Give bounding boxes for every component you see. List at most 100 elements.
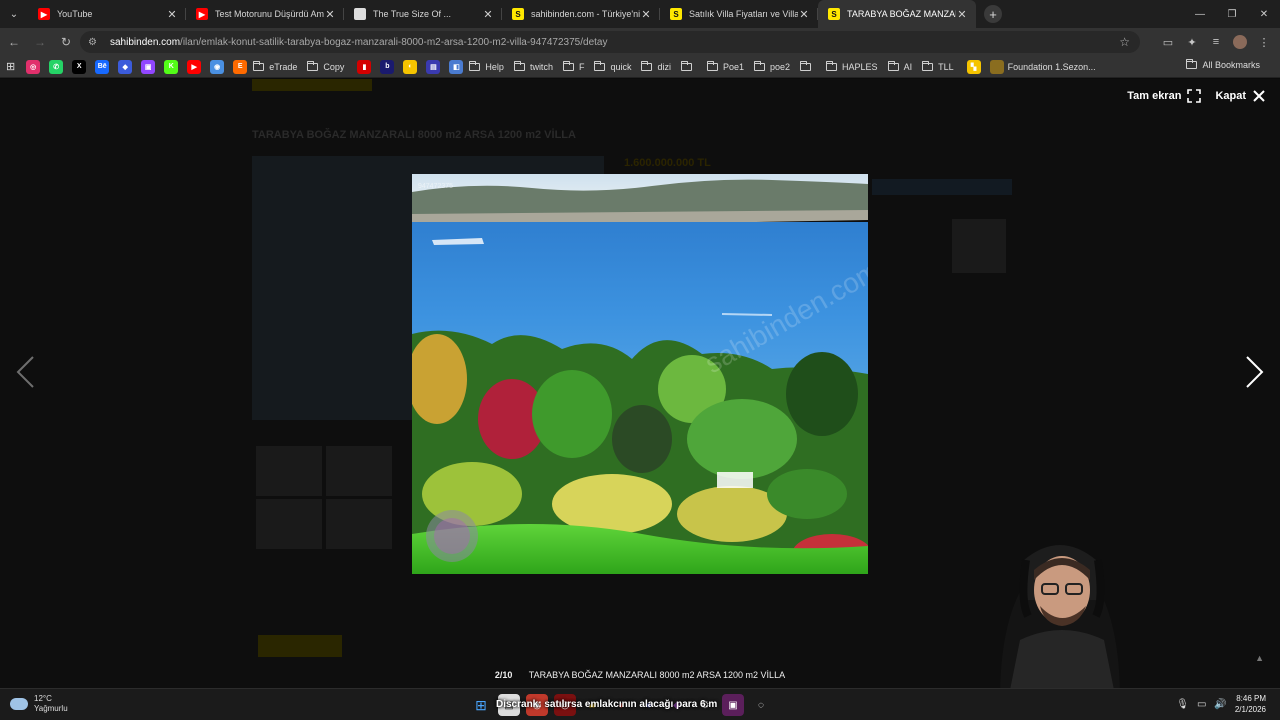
bookmark-folder[interactable]: poe2 [754,60,790,72]
folder-icon [922,60,934,71]
address-bar[interactable]: ⚙ sahibinden.com/ilan/emlak-konut-satili… [80,31,1140,53]
bookmark-instagram-icon[interactable]: ◎ [23,59,44,74]
volume-icon[interactable]: 🔊 [1214,699,1226,710]
bookmark-folder[interactable]: TLL [922,60,954,72]
bookmark-whatsapp-icon[interactable]: ✆ [46,59,67,74]
close-tab-icon[interactable]: ✕ [956,8,968,21]
bookmark-label: twitch [529,61,553,72]
close-tab-icon[interactable]: ✕ [640,8,652,21]
bookmarks-bar: ⊞ ◎ ✆ X Bē ◆ ▣ K ▶ ◉ EeTrade Copy ▮ b ◐ ▤ ◧ Help twitch Fq… [0,56,1280,78]
scroll-up-icon[interactable]: ▲ [1255,653,1264,663]
bookmark-folder[interactable]: HAPLES [826,60,878,72]
bookmark-app-icon[interactable]: E [230,59,251,74]
maximize-button[interactable]: ❐ [1216,0,1248,28]
site-info-icon[interactable]: ⚙ [88,37,102,48]
close-tab-icon[interactable]: ✕ [166,8,178,21]
bookmark-folder[interactable]: F [562,60,584,72]
tab-title: Test Motorunu Düşürdü Ama... [215,9,324,19]
app-icon: E [233,59,248,74]
back-button[interactable]: ← [2,30,26,54]
extensions-icon[interactable]: ✦ [1182,32,1202,52]
fullscreen-label: Tam ekran [1127,90,1182,102]
bookmark-app-icon[interactable]: ◐ [400,59,421,74]
bookmark-folder[interactable]: twitch [513,60,553,72]
bookmark-kick-icon[interactable]: K [161,59,182,74]
bookmark-folder[interactable]: Help [469,60,504,72]
profile-avatar[interactable] [1230,32,1250,52]
tab-favicon-icon: S [670,8,682,20]
network-icon[interactable]: ▭ [1197,699,1206,710]
start-button[interactable]: ⊞ [470,694,492,716]
whatsapp-icon: ✆ [49,59,64,74]
browser-tab[interactable]: ▶ Test Motorunu Düşürdü Ama...✕ [186,0,344,28]
close-lightbox-button[interactable]: Kapat [1215,89,1266,103]
forward-button[interactable]: → [28,30,52,54]
tab-search-button[interactable]: ⌄ [0,0,28,28]
bookmark-folder[interactable] [800,60,816,71]
close-tab-icon[interactable]: ✕ [798,8,810,21]
bookmark-behance-icon[interactable]: Bē [92,59,113,74]
tab-favicon-icon: S [512,8,524,20]
new-tab-button[interactable]: + [984,5,1002,23]
clock[interactable]: 8:46 PM 2/1/2026 [1235,693,1266,715]
agent-name-bar [872,179,1012,195]
close-window-button[interactable]: ✕ [1248,0,1280,28]
bookmark-folder[interactable]: quick [594,60,632,72]
apps-icon[interactable]: ⊞ [6,60,15,73]
bookmark-x-icon[interactable]: X [69,59,90,74]
bookmark-star-icon[interactable]: ☆ [1119,35,1130,49]
microphone-icon[interactable]: 🎙 [1176,699,1189,710]
bookmark-app-icon[interactable]: ▤ [423,59,444,74]
media-icon[interactable]: ≡ [1206,32,1226,52]
bookmark-label: TLL [938,61,954,72]
cast-icon[interactable]: ▭ [1158,32,1178,52]
tab-list: ▶YouTube✕▶Test Motorunu Düşürdü Ama...✕T… [28,0,976,28]
stream-ticker-text: Discrank: satılırsa emlakcının alacağı p… [496,699,718,710]
bookmark-item[interactable]: Foundation 1.Sezon... [987,59,1096,74]
fullscreen-button[interactable]: Tam ekran [1127,89,1202,103]
bookmark-folder[interactable] [680,60,697,71]
thumbnail [256,446,322,496]
previous-photo-button[interactable] [10,352,40,392]
reload-button[interactable]: ↻ [54,30,78,54]
next-photo-button[interactable] [1240,352,1270,392]
bookmark-list: ◎ ✆ X Bē ◆ ▣ K ▶ ◉ EeTrade Copy ▮ b ◐ ▤ ◧ Help twitch Fqui… [23,59,1105,74]
close-tab-icon[interactable]: ✕ [324,8,336,21]
bookmark-app-icon[interactable]: ▚ [964,59,985,74]
thumbnail [326,499,392,549]
browser-tab[interactable]: Ssahibinden.com - Türkiye'nin O...✕ [502,0,660,28]
bookmark-label: quick [610,61,632,72]
browser-tab[interactable]: S Satılık Villa Fiyatları ve Villa İlanla… [660,0,818,28]
app-icon[interactable]: ◌ [750,694,772,716]
tab-title: sahibinden.com - Türkiye'nin O... [531,9,640,19]
listing-photo[interactable]: sahibinden.com 947472375 [412,174,868,574]
bookmark-folder[interactable]: AI [887,60,912,72]
app-icon[interactable]: ▣ [722,694,744,716]
bosphorus-garden-photo: sahibinden.com 947472375 [412,174,868,574]
bookmark-app-icon[interactable]: ◆ [115,59,136,74]
kick-icon: K [164,59,179,74]
app-icon: ◧ [449,59,464,74]
bookmark-folder[interactable]: dizi [641,60,671,72]
bookmark-twitch-icon[interactable]: ▣ [138,59,159,74]
tab-button [258,635,342,657]
all-bookmarks-button[interactable]: All Bookmarks [1186,59,1260,70]
browser-tab[interactable]: The True Size Of ... ✕ [344,0,502,28]
close-tab-icon[interactable]: ✕ [482,8,494,21]
minimize-button[interactable]: — [1184,0,1216,28]
bookmark-app-icon[interactable]: b [377,59,398,74]
weather-widget[interactable]: 12°C Yağmurlu [10,694,68,714]
all-bookmarks-label: All Bookmarks [1202,60,1260,70]
browser-tab[interactable]: S TARABYA BOĞAZ MANZARALI ...✕ [818,0,976,28]
navigation-bar: ← → ↻ ⚙ sahibinden.com/ilan/emlak-konut-… [0,28,1280,56]
agent-avatar [952,219,1006,273]
bookmark-app-icon[interactable]: ◧ [446,59,467,74]
bookmark-app-icon[interactable]: ◉ [207,59,228,74]
bookmark-folder[interactable]: Copy [307,60,344,72]
bookmark-folder[interactable]: Poe1 [706,60,744,72]
menu-icon[interactable]: ⋮ [1254,32,1274,52]
browser-tab[interactable]: ▶ YouTube ✕ [28,0,186,28]
bookmark-folder[interactable]: eTrade [253,60,297,72]
bookmark-app-icon[interactable]: ▮ [354,59,375,74]
bookmark-youtube-icon[interactable]: ▶ [184,59,205,74]
